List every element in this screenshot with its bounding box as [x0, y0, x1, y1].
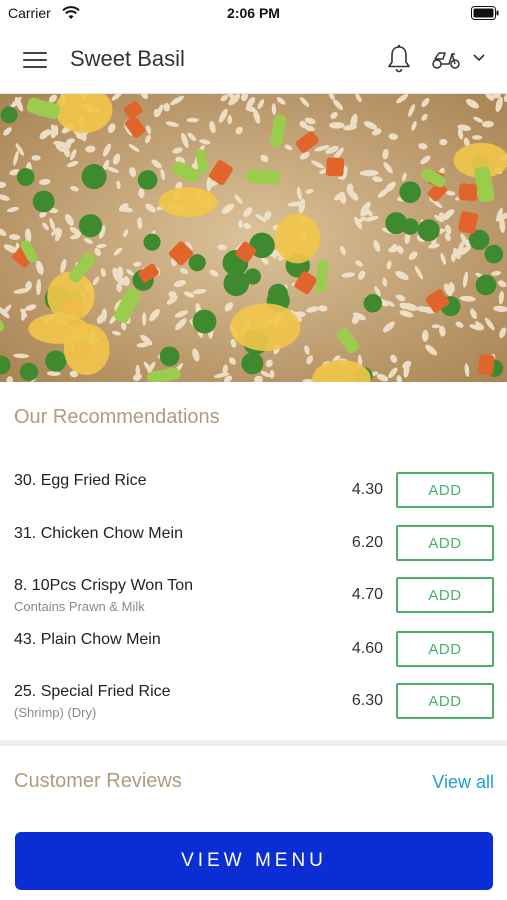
- menu-item-price: 4.30: [351, 481, 383, 498]
- customer-reviews-title: Customer Reviews: [14, 770, 182, 792]
- scooter-icon[interactable]: [431, 47, 461, 71]
- status-bar: Carrier 2:06 PM: [0, 0, 507, 28]
- hero-image: [0, 94, 507, 382]
- menu-item-row: 43. Plain Chow Mein 4.60 ADD: [0, 631, 507, 683]
- add-to-cart-button[interactable]: ADD: [396, 472, 494, 508]
- menu-item-name: 25. Special Fried Rice: [14, 683, 171, 700]
- menu-item-name: 43. Plain Chow Mein: [14, 631, 161, 648]
- menu-item-price: 4.70: [351, 586, 383, 603]
- section-divider: [0, 740, 507, 746]
- menu-item-row: 8. 10Pcs Crispy Won Ton Contains Prawn & …: [0, 577, 507, 629]
- add-to-cart-button[interactable]: ADD: [396, 577, 494, 613]
- menu-item-name: 31. Chicken Chow Mein: [14, 525, 183, 542]
- menu-item-row: 31. Chicken Chow Mein 6.20 ADD: [0, 525, 507, 577]
- add-to-cart-button[interactable]: ADD: [396, 631, 494, 667]
- menu-item-price: 6.20: [351, 534, 383, 551]
- chevron-down-icon[interactable]: [472, 53, 486, 63]
- menu-item-row: 30. Egg Fried Rice 4.30 ADD: [0, 472, 507, 524]
- menu-item-name: 30. Egg Fried Rice: [14, 472, 147, 489]
- status-time: 2:06 PM: [227, 5, 280, 21]
- add-to-cart-button[interactable]: ADD: [396, 683, 494, 719]
- fried-rice-photo: [0, 94, 507, 382]
- restaurant-title: Sweet Basil: [70, 46, 185, 71]
- recommendations-title: Our Recommendations: [14, 406, 220, 428]
- battery-icon: [471, 6, 499, 20]
- add-to-cart-button[interactable]: ADD: [396, 525, 494, 561]
- menu-item-price: 4.60: [351, 640, 383, 657]
- menu-icon[interactable]: [23, 50, 47, 70]
- view-menu-button[interactable]: VIEW MENU: [15, 832, 493, 890]
- menu-item-price: 6.30: [351, 692, 383, 709]
- bell-icon[interactable]: [386, 44, 412, 74]
- menu-item-name: 8. 10Pcs Crispy Won Ton: [14, 577, 194, 594]
- view-all-reviews-link[interactable]: View all: [432, 772, 494, 793]
- menu-item-row: 25. Special Fried Rice (Shrimp) (Dry) 6.30…: [0, 683, 507, 735]
- menu-item-description: Contains Prawn & Milk: [14, 599, 145, 614]
- menu-item-description: (Shrimp) (Dry): [14, 705, 97, 720]
- app-header: Sweet Basil: [0, 28, 507, 94]
